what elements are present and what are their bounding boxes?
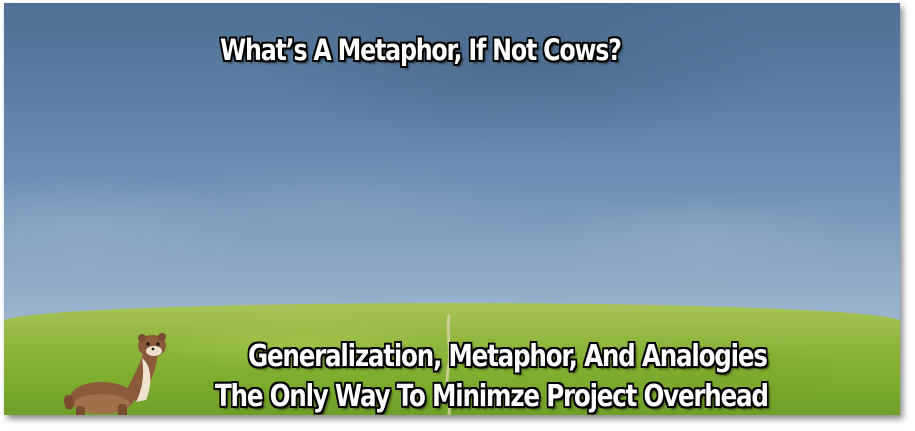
caption-line-2: The Only Way To Minimze Project Overhead bbox=[215, 379, 769, 414]
meme-image: What’s A Metaphor, If Not Cows? Generali… bbox=[4, 3, 900, 415]
weasel-icon bbox=[64, 333, 166, 415]
meme-title: What’s A Metaphor, If Not Cows? bbox=[220, 33, 622, 67]
caption-line-1: Generalization, Metaphor, And Analogies bbox=[248, 339, 768, 374]
